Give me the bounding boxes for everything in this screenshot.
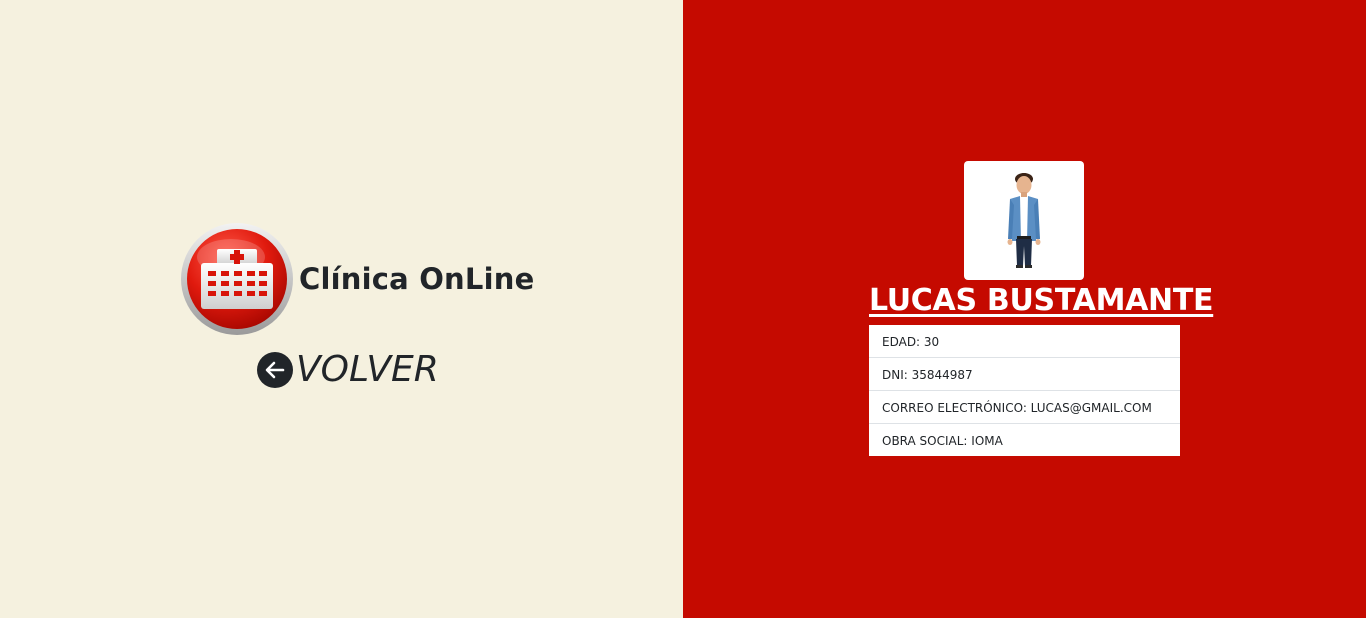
left-panel: Clínica OnLine VOLVER [0,0,683,618]
brand-link[interactable]: Clínica OnLine [179,221,534,337]
detail-dni: DNI: 35844987 [869,358,1180,391]
user-avatar-icon [1007,173,1041,268]
arrow-left-circle-icon [257,352,293,388]
detail-health-insurance: OBRA SOCIAL: IOMA [882,434,1003,448]
hospital-icon [181,223,293,335]
avatar [964,161,1084,280]
profile-details-list: EDAD: 30 DNI: 35844987 CORREO ELECTRÓNIC… [869,325,1180,456]
detail-email: CORREO ELECTRÓNICO: LUCAS@GMAIL.COM [869,391,1180,424]
brand-name: Clínica OnLine [299,262,535,296]
profile-name: LUCAS BUSTAMANTE [869,283,1214,318]
back-button[interactable]: VOLVER [256,350,439,390]
back-label: VOLVER [296,349,439,390]
detail-age: EDAD: 30 [869,325,1180,358]
